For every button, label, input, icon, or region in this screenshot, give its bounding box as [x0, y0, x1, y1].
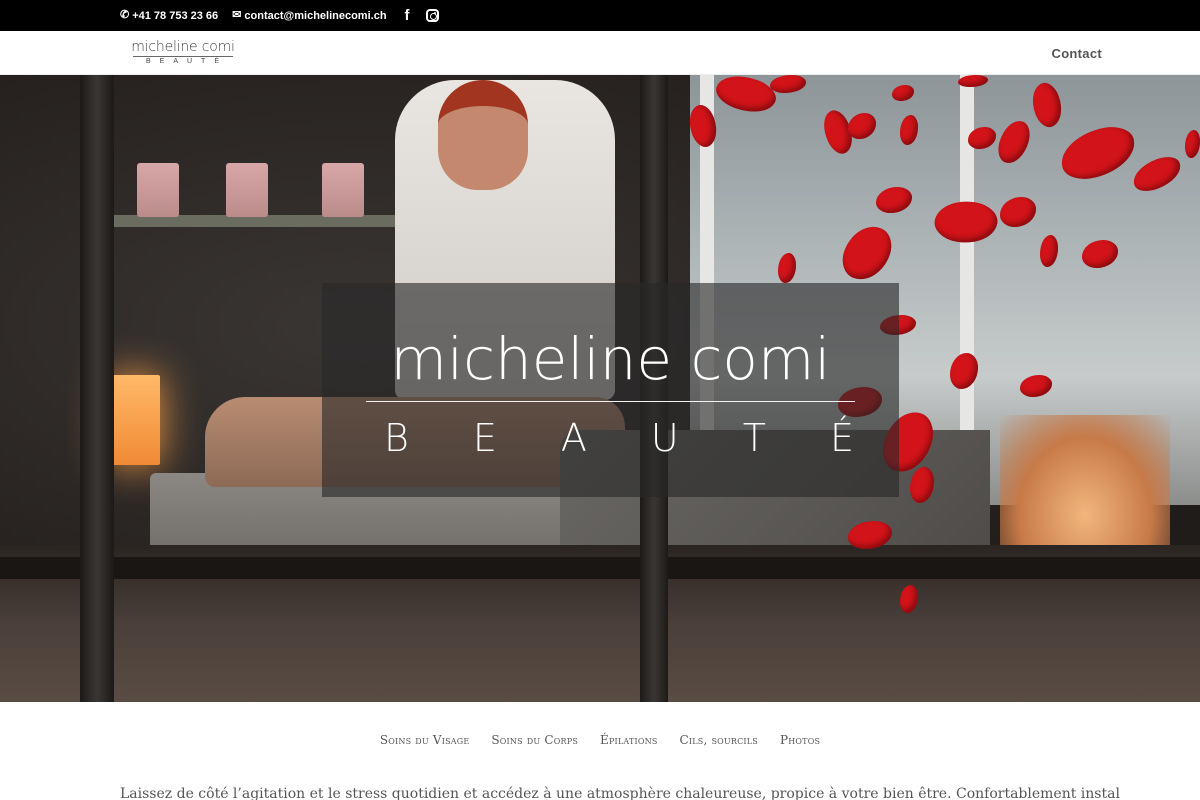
phone-number: +41 78 753 23 66 [132, 9, 219, 22]
foreground-post [80, 75, 114, 702]
candle [226, 163, 268, 217]
email-link[interactable]: ✉ contact@michelinecomi.ch [232, 10, 386, 22]
hero-subtitle-letter: E [472, 416, 497, 460]
facebook-icon[interactable]: f [405, 7, 410, 24]
top-bar: ✆ +41 78 753 23 66 ✉ contact@michelineco… [0, 0, 1200, 31]
logo-name: micheline comi [131, 39, 235, 55]
hero-subtitle-letter: T [742, 416, 766, 460]
hero-subtitle-letter: A [560, 416, 587, 460]
site-header: micheline comi BEAUTÉ Contact [0, 31, 1200, 75]
candle [137, 163, 179, 217]
services-nav: Soins du Visage Soins du Corps Épilation… [0, 733, 1200, 747]
email-address: contact@michelinecomi.ch [244, 9, 387, 22]
nav-soins-corps[interactable]: Soins du Corps [491, 733, 578, 747]
hero-subtitle-letter: É [829, 416, 854, 460]
site-logo[interactable]: micheline comi BEAUTÉ [131, 40, 235, 66]
social-links: f [405, 7, 439, 24]
foreground-rail [0, 557, 1200, 579]
candle [322, 163, 364, 217]
nav-photos[interactable]: Photos [780, 733, 820, 747]
logo-divider [133, 56, 233, 57]
hero-subtitle: B E A U T É [384, 413, 854, 463]
hero-title-divider [366, 401, 855, 402]
logo-subtitle: BEAUTÉ [145, 58, 228, 65]
hero-subtitle-letter: B [384, 416, 409, 460]
instagram-icon[interactable] [425, 9, 439, 22]
hero-subtitle-letter: U [650, 416, 679, 460]
nav-soins-visage[interactable]: Soins du Visage [380, 733, 470, 747]
hero-lamp [108, 375, 160, 465]
nav-contact-link[interactable]: Contact [1052, 46, 1103, 61]
phone-icon: ✆ [120, 9, 130, 21]
contact-bar: ✆ +41 78 753 23 66 ✉ contact@michelineco… [120, 0, 439, 31]
hero-title-box: micheline comi B E A U T É [322, 283, 899, 497]
nav-cils-sourcils[interactable]: Cils, sourcils [680, 733, 758, 747]
hero-title: micheline comi [390, 325, 831, 393]
nav-epilations[interactable]: Épilations [600, 733, 658, 747]
intro-paragraph: Laissez de côté l’agitation et le stress… [120, 786, 1120, 800]
envelope-icon: ✉ [232, 9, 242, 21]
beautician-head [438, 80, 528, 190]
phone-link[interactable]: ✆ +41 78 753 23 66 [120, 10, 218, 22]
hero-banner: micheline comi B E A U T É [0, 75, 1200, 702]
